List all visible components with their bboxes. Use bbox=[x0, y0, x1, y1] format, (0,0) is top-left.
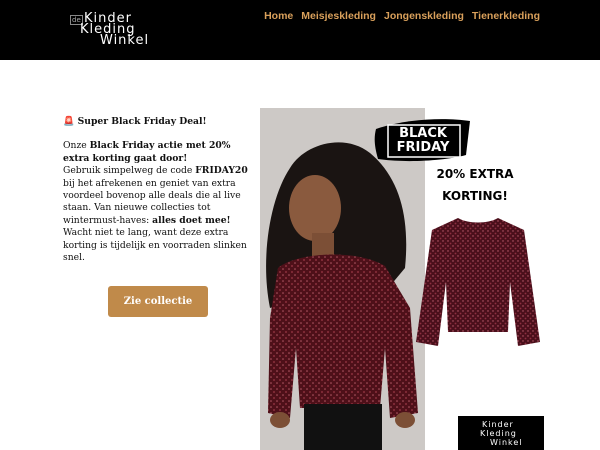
sequin-top-product bbox=[414, 212, 542, 348]
extra-line-1: 20% EXTRA bbox=[436, 167, 514, 181]
logo-line-3: Winkel bbox=[100, 33, 150, 48]
sweater-icon bbox=[416, 218, 540, 346]
black-friday-badge: BLACK FRIDAY bbox=[374, 115, 472, 167]
deal-body-text: Gebruik simpelweg de code bbox=[63, 165, 196, 177]
promo-logo-line-2: Kleding bbox=[480, 429, 517, 438]
promo-logo-line-1: Kinder bbox=[482, 420, 514, 429]
nav-jongenskleding[interactable]: Jongenskleding bbox=[384, 10, 464, 22]
deal-body-bold: alles doet mee! bbox=[152, 214, 231, 226]
deal-intro: Onze Black Friday actie met 20% extra ko… bbox=[63, 140, 253, 165]
badge-line-2: FRIDAY bbox=[396, 140, 450, 155]
deal-intro-text: Onze bbox=[63, 140, 90, 152]
badge-line-1: BLACK bbox=[399, 126, 447, 141]
site-header: de Kinder Kleding Winkel Home Meisjeskle… bbox=[0, 0, 600, 60]
deal-title: 🚨 Super Black Friday Deal! bbox=[63, 116, 207, 127]
main-nav: Home Meisjeskleding Jongenskleding Tiene… bbox=[264, 10, 540, 22]
deal-body: Gebruik simpelweg de code FRIDAY20 bij h… bbox=[63, 165, 253, 227]
nav-home[interactable]: Home bbox=[264, 10, 293, 22]
extra-line-2: KORTING! bbox=[442, 189, 508, 203]
nav-meisjeskleding[interactable]: Meisjeskleding bbox=[301, 10, 376, 22]
deal-urgency: Wacht niet te lang, want deze extra kort… bbox=[63, 227, 247, 264]
discount-code: FRIDAY20 bbox=[195, 165, 248, 177]
promo-banner[interactable]: BLACK FRIDAY 20% EXTRA KORTING! Kinder K… bbox=[260, 108, 547, 450]
deal-intro-bold: Black Friday bbox=[89, 140, 155, 152]
site-logo[interactable]: de Kinder Kleding Winkel bbox=[70, 12, 155, 48]
nav-tienerkleding[interactable]: Tienerkleding bbox=[472, 10, 540, 22]
extra-discount-label: 20% EXTRA KORTING! bbox=[420, 163, 530, 207]
promo-logo: Kinder Kleding Winkel bbox=[458, 416, 544, 450]
see-collection-button[interactable]: Zie collectie bbox=[108, 286, 208, 317]
deal-text: 🚨 Super Black Friday Deal! Onze Black Fr… bbox=[63, 116, 253, 264]
promo-logo-line-3: Winkel bbox=[490, 438, 523, 447]
